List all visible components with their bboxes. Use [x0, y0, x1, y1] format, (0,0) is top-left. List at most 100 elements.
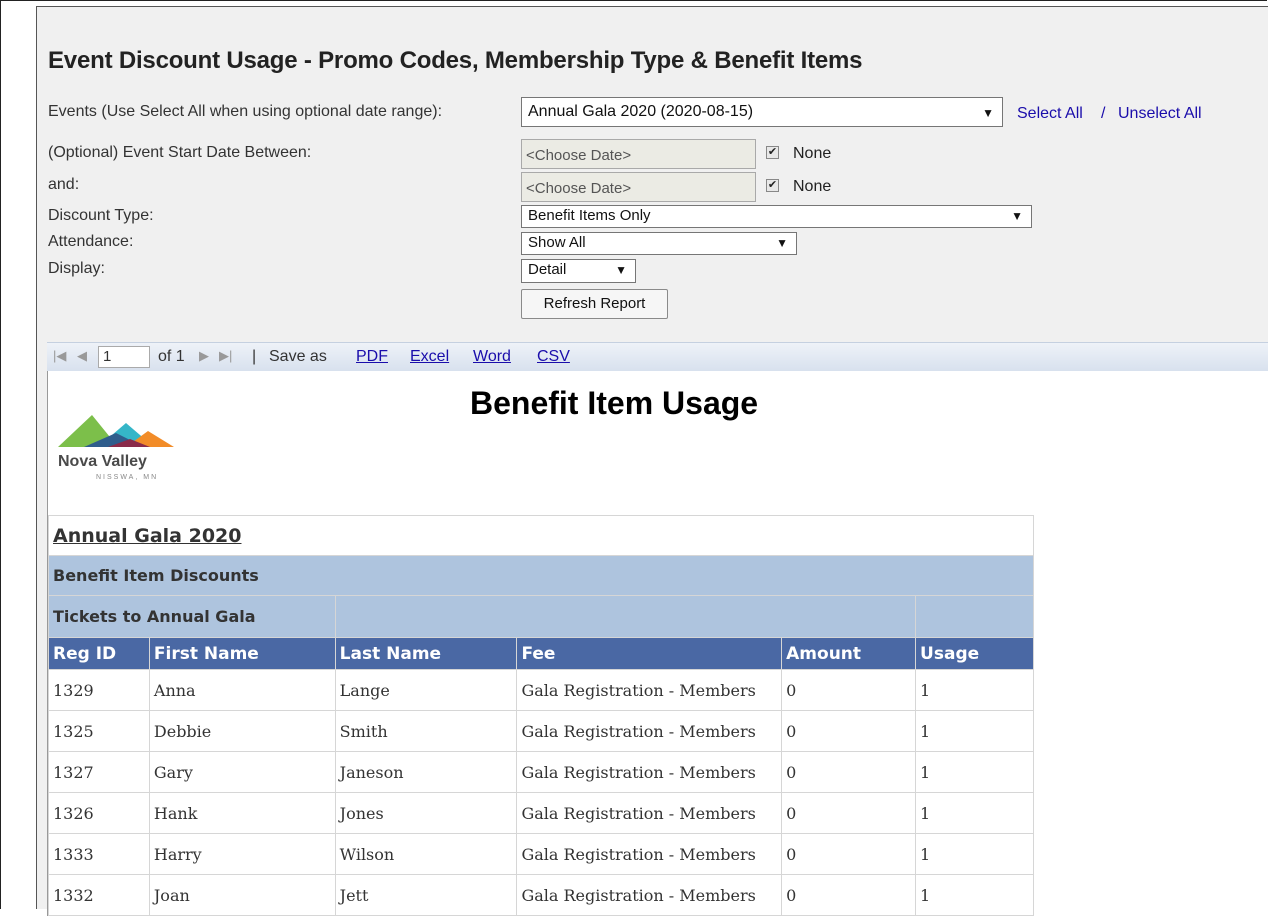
- export-pdf-link[interactable]: PDF: [356, 348, 388, 366]
- last-page-icon[interactable]: ▶|: [219, 348, 232, 364]
- discount-type-value: Benefit Items Only: [528, 207, 651, 224]
- prev-page-icon[interactable]: ◀: [77, 348, 87, 364]
- first-page-icon[interactable]: |◀: [53, 348, 66, 364]
- select-all-link[interactable]: Select All: [1017, 105, 1083, 123]
- next-page-icon[interactable]: ▶: [199, 348, 209, 364]
- fee-cell: Gala Registration - Members: [516, 710, 783, 752]
- toolbar-separator: |: [252, 348, 257, 365]
- subsection-row: Tickets to Annual Gala: [48, 595, 1034, 638]
- fee-cell: Gala Registration - Members: [516, 669, 783, 711]
- table-row: 1329 Anna Lange Gala Registration - Memb…: [48, 669, 1034, 711]
- start-date-none-checkbox[interactable]: ✔: [766, 146, 779, 159]
- chevron-down-icon: ▼: [1011, 209, 1023, 223]
- subsection-blank: [334, 595, 917, 638]
- refresh-report-button[interactable]: Refresh Report: [521, 289, 668, 319]
- reg-id-cell: 1325: [48, 710, 150, 752]
- usage-cell: 1: [915, 669, 1034, 711]
- last-name-cell: Jett: [334, 874, 518, 916]
- end-date-input[interactable]: <Choose Date>: [521, 172, 756, 202]
- fee-cell: Gala Registration - Members: [516, 792, 783, 834]
- start-date-label: (Optional) Event Start Date Between:: [48, 144, 312, 161]
- subsection-blank-end: [915, 595, 1034, 638]
- column-header: First Name: [148, 637, 336, 670]
- display-value: Detail: [528, 261, 567, 278]
- amount-cell: 0: [781, 710, 917, 752]
- reg-id-cell: 1327: [48, 751, 150, 793]
- benefit-usage-table: Annual Gala 2020 Benefit Item Discounts …: [48, 515, 1034, 916]
- start-date-none-label: None: [793, 145, 832, 162]
- events-label: Events (Use Select All when using option…: [48, 103, 443, 120]
- start-date-input[interactable]: <Choose Date>: [521, 139, 756, 169]
- usage-cell: 1: [915, 751, 1034, 793]
- report-title: Benefit Item Usage: [470, 385, 759, 421]
- table-row: 1326 Hank Jones Gala Registration - Memb…: [48, 792, 1034, 834]
- column-header: Reg ID: [48, 637, 150, 670]
- column-header: Amount: [781, 637, 917, 670]
- subsection-title: Tickets to Annual Gala: [48, 595, 336, 638]
- column-header: Last Name: [334, 637, 518, 670]
- end-date-none-label: None: [793, 178, 832, 195]
- amount-cell: 0: [781, 874, 917, 916]
- events-select[interactable]: Annual Gala 2020 (2020-08-15) ▼: [521, 97, 1003, 127]
- usage-cell: 1: [915, 874, 1034, 916]
- chevron-down-icon: ▼: [982, 106, 994, 120]
- fee-cell: Gala Registration - Members: [516, 833, 783, 875]
- amount-cell: 0: [781, 833, 917, 875]
- attendance-label: Attendance:: [48, 233, 134, 250]
- display-label: Display:: [48, 260, 105, 277]
- first-name-cell: Anna: [148, 669, 336, 711]
- last-name-cell: Jones: [334, 792, 518, 834]
- fee-cell: Gala Registration - Members: [516, 751, 783, 793]
- attendance-select[interactable]: Show All ▼: [521, 232, 797, 255]
- last-name-cell: Lange: [334, 669, 518, 711]
- display-select[interactable]: Detail ▼: [521, 259, 636, 283]
- first-name-cell: Harry: [148, 833, 336, 875]
- events-select-value: Annual Gala 2020 (2020-08-15): [528, 103, 754, 120]
- page-number-input[interactable]: 1: [98, 346, 150, 368]
- reg-id-cell: 1332: [48, 874, 150, 916]
- page-count: of 1: [158, 348, 185, 365]
- unselect-all-link[interactable]: Unselect All: [1118, 105, 1202, 123]
- amount-cell: 0: [781, 792, 917, 834]
- reg-id-cell: 1329: [48, 669, 150, 711]
- export-excel-link[interactable]: Excel: [410, 348, 449, 366]
- end-date-label: and:: [48, 176, 80, 193]
- first-name-cell: Joan: [148, 874, 336, 916]
- column-header: Usage: [915, 637, 1034, 670]
- usage-cell: 1: [915, 792, 1034, 834]
- discount-type-select[interactable]: Benefit Items Only ▼: [521, 205, 1032, 228]
- first-name-cell: Gary: [148, 751, 336, 793]
- event-row: Annual Gala 2020: [48, 515, 1034, 556]
- export-word-link[interactable]: Word: [473, 348, 511, 366]
- amount-cell: 0: [781, 669, 917, 711]
- first-name-cell: Debbie: [148, 710, 336, 752]
- report-body: Benefit Item Usage Nova Valley NISSWA, M…: [47, 371, 1268, 916]
- save-as-label: Save as: [269, 348, 327, 365]
- mountains-logo-icon: [58, 415, 174, 447]
- chevron-down-icon: ▼: [615, 263, 627, 277]
- first-name-cell: Hank: [148, 792, 336, 834]
- logo-name: Nova Valley: [58, 453, 147, 470]
- organization-logo: Nova Valley NISSWA, MN: [58, 411, 174, 489]
- amount-cell: 0: [781, 751, 917, 793]
- section-title: Benefit Item Discounts: [48, 555, 1034, 596]
- logo-city: NISSWA, MN: [96, 474, 159, 481]
- reg-id-cell: 1333: [48, 833, 150, 875]
- last-name-cell: Smith: [334, 710, 518, 752]
- last-name-cell: Janeson: [334, 751, 518, 793]
- attendance-value: Show All: [528, 234, 586, 251]
- discount-type-label: Discount Type:: [48, 207, 154, 224]
- page-title: Event Discount Usage - Promo Codes, Memb…: [48, 47, 863, 74]
- event-name[interactable]: Annual Gala 2020: [48, 515, 1034, 556]
- last-name-cell: Wilson: [334, 833, 518, 875]
- reg-id-cell: 1326: [48, 792, 150, 834]
- column-header: Fee: [516, 637, 783, 670]
- section-row: Benefit Item Discounts: [48, 555, 1034, 596]
- fee-cell: Gala Registration - Members: [516, 874, 783, 916]
- table-row: 1333 Harry Wilson Gala Registration - Me…: [48, 833, 1034, 875]
- usage-cell: 1: [915, 833, 1034, 875]
- usage-cell: 1: [915, 710, 1034, 752]
- chevron-down-icon: ▼: [776, 236, 788, 250]
- end-date-none-checkbox[interactable]: ✔: [766, 179, 779, 192]
- export-csv-link[interactable]: CSV: [537, 348, 570, 366]
